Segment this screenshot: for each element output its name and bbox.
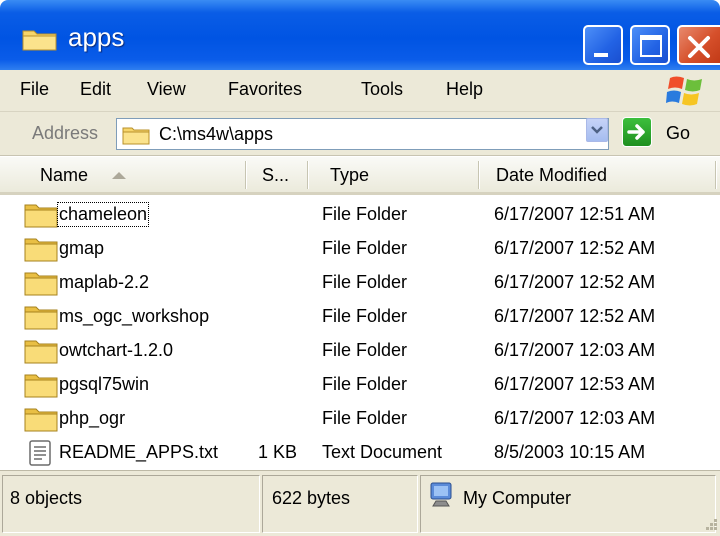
menu-help[interactable]: Help	[446, 79, 483, 100]
file-row-maplab[interactable]: maplab-2.2 File Folder 6/17/2007 12:52 A…	[0, 266, 720, 300]
file-type: File Folder	[322, 374, 408, 394]
status-location: My Computer	[463, 488, 572, 508]
file-type: File Folder	[322, 272, 408, 292]
title-bar[interactable]: apps	[0, 0, 720, 70]
column-divider[interactable]	[245, 161, 247, 189]
my-computer-icon	[430, 482, 452, 507]
address-bar: Address C:\ms4w\apps	[0, 112, 720, 156]
column-header: Name S... Type Date Modified	[0, 157, 720, 195]
file-size: 1 KB	[258, 442, 298, 462]
file-row-gmap[interactable]: gmap File Folder 6/17/2007 12:52 AM	[0, 232, 720, 266]
text-document-icon	[29, 440, 51, 466]
file-name: chameleon	[56, 202, 150, 227]
column-divider[interactable]	[478, 161, 480, 189]
status-bytes: 622 bytes	[272, 488, 351, 508]
file-name: maplab-2.2	[59, 272, 150, 292]
menu-view[interactable]: View	[147, 79, 186, 100]
file-type: File Folder	[322, 306, 408, 326]
file-date: 6/17/2007 12:52 AM	[494, 238, 656, 258]
file-type: File Folder	[322, 238, 408, 258]
file-row-readme-apps[interactable]: README_APPS.txt 1 KB Text Document 8/5/2…	[0, 436, 720, 470]
go-label[interactable]: Go	[666, 123, 690, 144]
folder-icon	[24, 408, 58, 432]
folder-icon	[24, 272, 58, 296]
menu-tools[interactable]: Tools	[361, 79, 403, 100]
close-button[interactable]	[677, 25, 720, 65]
arrow-right-icon	[627, 124, 645, 140]
column-divider[interactable]	[715, 161, 717, 189]
status-objects: 8 objects	[10, 488, 83, 508]
menu-edit[interactable]: Edit	[80, 79, 111, 100]
address-input[interactable]: C:\ms4w\apps	[116, 118, 609, 150]
address-label: Address	[32, 123, 99, 143]
file-name: ms_ogc_workshop	[59, 306, 210, 326]
file-row-pgsql75win[interactable]: pgsql75win File Folder 6/17/2007 12:53 A…	[0, 368, 720, 402]
file-name: owtchart-1.2.0	[59, 340, 174, 360]
address-value: C:\ms4w\apps	[159, 124, 274, 144]
file-name: gmap	[59, 238, 105, 258]
file-name: README_APPS.txt	[59, 442, 219, 462]
file-name: pgsql75win	[59, 374, 150, 394]
file-row-php-ogr[interactable]: php_ogr File Folder 6/17/2007 12:03 AM	[0, 402, 720, 436]
file-row-ms-ogc-workshop[interactable]: ms_ogc_workshop File Folder 6/17/2007 12…	[0, 300, 720, 334]
file-date: 6/17/2007 12:03 AM	[494, 340, 656, 360]
file-list: chameleon File Folder 6/17/2007 12:51 AM…	[0, 195, 720, 470]
close-icon	[688, 36, 710, 58]
chevron-down-icon	[591, 126, 603, 134]
menu-file[interactable]: File	[20, 79, 49, 100]
folder-icon	[24, 238, 58, 262]
menu-bar: File Edit View Favorites Tools Help	[0, 70, 720, 112]
minimize-button[interactable]	[583, 25, 623, 65]
folder-icon	[24, 374, 58, 398]
file-date: 6/17/2007 12:53 AM	[494, 374, 656, 394]
column-divider[interactable]	[307, 161, 309, 189]
folder-icon	[24, 204, 58, 228]
file-date: 6/17/2007 12:51 AM	[494, 204, 656, 224]
column-date-modified[interactable]: Date Modified	[496, 165, 607, 186]
folder-icon	[24, 306, 58, 330]
sort-ascending-icon	[112, 172, 126, 179]
resize-grip-icon[interactable]	[700, 515, 718, 533]
minimize-icon	[594, 53, 608, 57]
column-type[interactable]: Type	[330, 165, 369, 186]
file-date: 8/5/2003 10:15 AM	[494, 442, 646, 462]
address-dropdown-button[interactable]	[586, 118, 608, 142]
window-title: apps	[68, 22, 125, 52]
file-row-chameleon[interactable]: chameleon File Folder 6/17/2007 12:51 AM	[0, 198, 720, 232]
column-name[interactable]: Name	[40, 165, 88, 186]
windows-logo-icon	[666, 76, 702, 106]
maximize-button[interactable]	[630, 25, 670, 65]
status-bar: 8 objects 622 bytes My Computer	[0, 470, 720, 536]
file-type: File Folder	[322, 204, 408, 224]
maximize-icon	[640, 35, 662, 57]
file-row-owtchart[interactable]: owtchart-1.2.0 File Folder 6/17/2007 12:…	[0, 334, 720, 368]
folder-icon	[122, 127, 150, 145]
folder-icon	[22, 30, 57, 51]
folder-icon	[24, 340, 58, 364]
file-date: 6/17/2007 12:52 AM	[494, 306, 656, 326]
file-name: php_ogr	[59, 408, 126, 428]
file-type: File Folder	[322, 408, 408, 428]
file-date: 6/17/2007 12:03 AM	[494, 408, 656, 428]
go-button[interactable]	[622, 117, 652, 147]
file-type: Text Document	[322, 442, 443, 462]
menu-favorites[interactable]: Favorites	[228, 79, 302, 100]
file-type: File Folder	[322, 340, 408, 360]
file-date: 6/17/2007 12:52 AM	[494, 272, 656, 292]
column-size[interactable]: S...	[262, 165, 289, 186]
